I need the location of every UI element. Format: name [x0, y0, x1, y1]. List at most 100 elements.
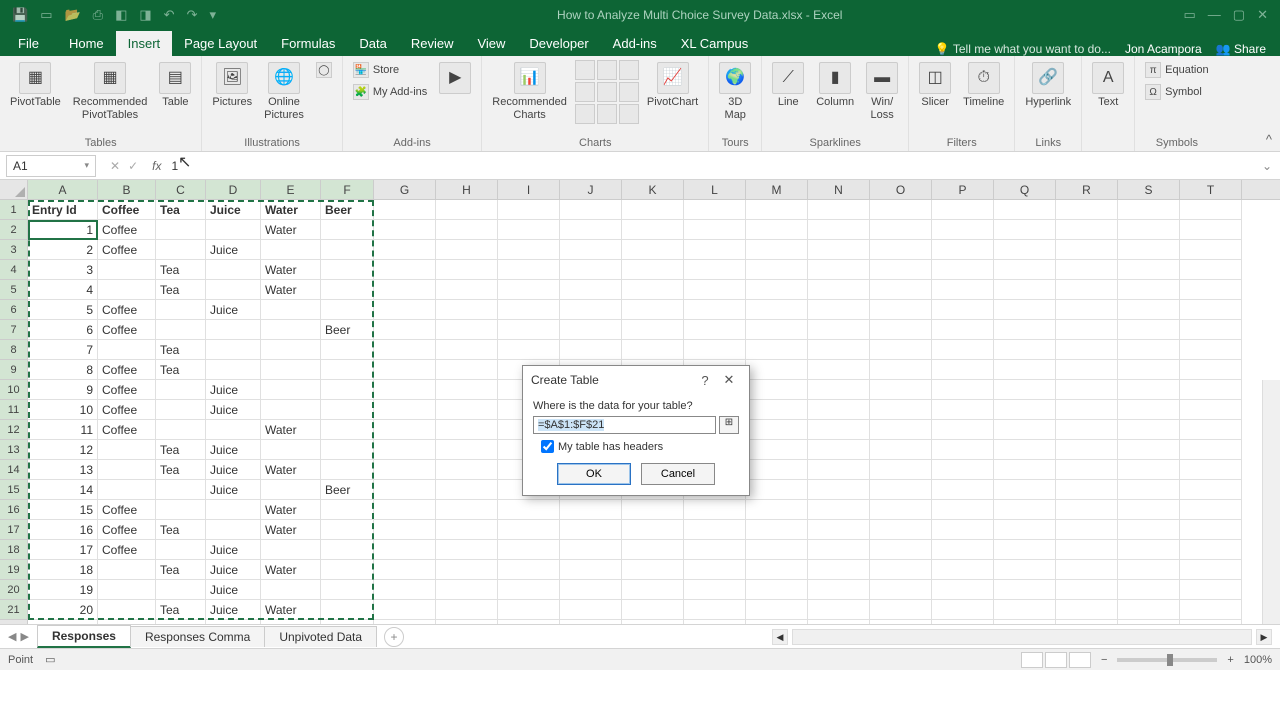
- cell[interactable]: Coffee: [98, 240, 156, 260]
- cell[interactable]: [808, 260, 870, 280]
- cell[interactable]: [932, 520, 994, 540]
- cell[interactable]: [560, 620, 622, 624]
- cell[interactable]: [932, 360, 994, 380]
- row-header-4[interactable]: 4: [0, 260, 28, 280]
- cell[interactable]: Coffee: [98, 300, 156, 320]
- hscroll-right-icon[interactable]: ▶: [1256, 629, 1272, 645]
- cell[interactable]: Water: [261, 520, 321, 540]
- sheet-nav-prev-icon[interactable]: ◀: [8, 630, 16, 643]
- col-header-A[interactable]: A: [28, 180, 98, 199]
- cell[interactable]: [870, 240, 932, 260]
- cell[interactable]: [1056, 580, 1118, 600]
- cell[interactable]: [1180, 540, 1242, 560]
- cell[interactable]: [374, 280, 436, 300]
- cell[interactable]: [261, 440, 321, 460]
- cell[interactable]: [994, 380, 1056, 400]
- cell[interactable]: [156, 620, 206, 624]
- cell[interactable]: [684, 600, 746, 620]
- cell[interactable]: [622, 280, 684, 300]
- cell[interactable]: 8: [28, 360, 98, 380]
- cell[interactable]: [932, 440, 994, 460]
- cell[interactable]: 20: [28, 600, 98, 620]
- cell[interactable]: [206, 320, 261, 340]
- col-header-G[interactable]: G: [374, 180, 436, 199]
- cell[interactable]: Juice: [206, 440, 261, 460]
- tab-xlcampus[interactable]: XL Campus: [669, 31, 760, 56]
- tab-data[interactable]: Data: [347, 31, 398, 56]
- cell[interactable]: [870, 580, 932, 600]
- cell[interactable]: [436, 360, 498, 380]
- timeline-button[interactable]: ⏱Timeline: [959, 60, 1008, 111]
- cell[interactable]: Tea: [156, 360, 206, 380]
- cell[interactable]: [746, 240, 808, 260]
- cell[interactable]: [156, 380, 206, 400]
- cell[interactable]: [684, 500, 746, 520]
- cell[interactable]: [1056, 200, 1118, 220]
- cell[interactable]: [436, 340, 498, 360]
- view-page-layout-icon[interactable]: [1045, 652, 1067, 668]
- cell[interactable]: [436, 620, 498, 624]
- close-icon[interactable]: ✕: [1257, 7, 1268, 23]
- cell[interactable]: [994, 540, 1056, 560]
- cell[interactable]: [436, 400, 498, 420]
- tab-review[interactable]: Review: [399, 31, 466, 56]
- cell[interactable]: Tea: [156, 460, 206, 480]
- cell[interactable]: [374, 520, 436, 540]
- cell[interactable]: [206, 280, 261, 300]
- cell[interactable]: [932, 220, 994, 240]
- cell[interactable]: [98, 560, 156, 580]
- save-icon[interactable]: 💾: [12, 7, 28, 23]
- cell[interactable]: 5: [28, 300, 98, 320]
- my-addins-button[interactable]: 🧩My Add-ins: [349, 82, 431, 102]
- cell[interactable]: [684, 340, 746, 360]
- cell[interactable]: [321, 520, 374, 540]
- cell[interactable]: [684, 560, 746, 580]
- table-range-input[interactable]: =$A$1:$F$21: [533, 416, 716, 434]
- redo-icon[interactable]: ↷: [187, 7, 198, 23]
- cell[interactable]: [746, 520, 808, 540]
- cell[interactable]: [808, 420, 870, 440]
- cell[interactable]: 1: [28, 220, 98, 240]
- row-header-2[interactable]: 2: [0, 220, 28, 240]
- cell[interactable]: [1056, 280, 1118, 300]
- cell[interactable]: [261, 300, 321, 320]
- cell[interactable]: Juice: [206, 600, 261, 620]
- cell[interactable]: [932, 400, 994, 420]
- hyperlink-button[interactable]: 🔗Hyperlink: [1021, 60, 1075, 111]
- sheet-nav-next-icon[interactable]: ▶: [20, 630, 28, 643]
- col-header-D[interactable]: D: [206, 180, 261, 199]
- cell[interactable]: [436, 200, 498, 220]
- cell[interactable]: Coffee: [98, 540, 156, 560]
- cell[interactable]: [206, 260, 261, 280]
- col-header-C[interactable]: C: [156, 180, 206, 199]
- hscroll-left-icon[interactable]: ◀: [772, 629, 788, 645]
- cell[interactable]: Tea: [156, 340, 206, 360]
- cell[interactable]: [1118, 320, 1180, 340]
- cell[interactable]: [1180, 300, 1242, 320]
- cell[interactable]: [156, 420, 206, 440]
- cell[interactable]: [1180, 280, 1242, 300]
- cell[interactable]: [684, 620, 746, 624]
- cell[interactable]: [1056, 500, 1118, 520]
- zoom-slider[interactable]: [1117, 658, 1217, 662]
- cell[interactable]: [560, 280, 622, 300]
- formula-input[interactable]: 1: [167, 159, 1253, 173]
- col-header-S[interactable]: S: [1118, 180, 1180, 199]
- cell[interactable]: 10: [28, 400, 98, 420]
- cell[interactable]: [1118, 540, 1180, 560]
- cell[interactable]: [870, 340, 932, 360]
- cell[interactable]: [98, 580, 156, 600]
- cell[interactable]: [994, 460, 1056, 480]
- open-icon[interactable]: 📂: [64, 7, 80, 23]
- col-header-R[interactable]: R: [1056, 180, 1118, 199]
- cell[interactable]: [684, 240, 746, 260]
- cell[interactable]: Water: [261, 280, 321, 300]
- cell[interactable]: [808, 440, 870, 460]
- cell[interactable]: [560, 300, 622, 320]
- cell[interactable]: Coffee: [98, 380, 156, 400]
- view-normal-icon[interactable]: [1021, 652, 1043, 668]
- cell[interactable]: [1118, 220, 1180, 240]
- cell[interactable]: 4: [28, 280, 98, 300]
- cell[interactable]: [746, 480, 808, 500]
- cell[interactable]: Water: [261, 600, 321, 620]
